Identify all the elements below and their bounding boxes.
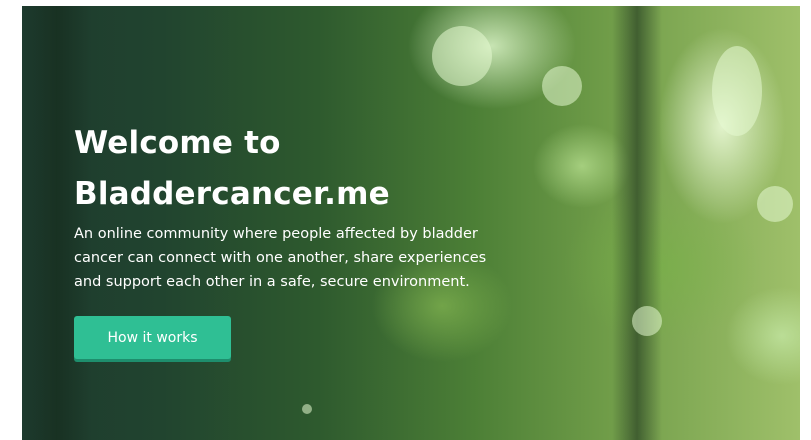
hero-title-line-1: Welcome to [74, 125, 281, 161]
page: Welcome to Bladdercancer.me An online co… [0, 0, 811, 440]
hero-description-line-1: An online community where people affecte… [74, 226, 478, 242]
hero-title: Welcome to Bladdercancer.me [74, 118, 594, 220]
hero-description-line-3: and support each other in a safe, secure… [74, 274, 470, 290]
background-bokeh [542, 66, 582, 106]
background-bokeh [712, 46, 762, 136]
hero-description: An online community where people affecte… [74, 222, 554, 294]
background-bokeh [632, 306, 662, 336]
background-bokeh [432, 26, 492, 86]
hero-title-line-2: Bladdercancer.me [74, 176, 390, 212]
background-bokeh [302, 404, 312, 414]
hero-description-line-2: cancer can connect with one another, sha… [74, 250, 487, 266]
hero-banner: Welcome to Bladdercancer.me An online co… [22, 6, 800, 440]
background-bokeh [757, 186, 793, 222]
hero-content: Welcome to Bladdercancer.me An online co… [74, 118, 594, 294]
how-it-works-button[interactable]: How it works [74, 316, 231, 359]
background-tree-trunk [612, 6, 662, 440]
